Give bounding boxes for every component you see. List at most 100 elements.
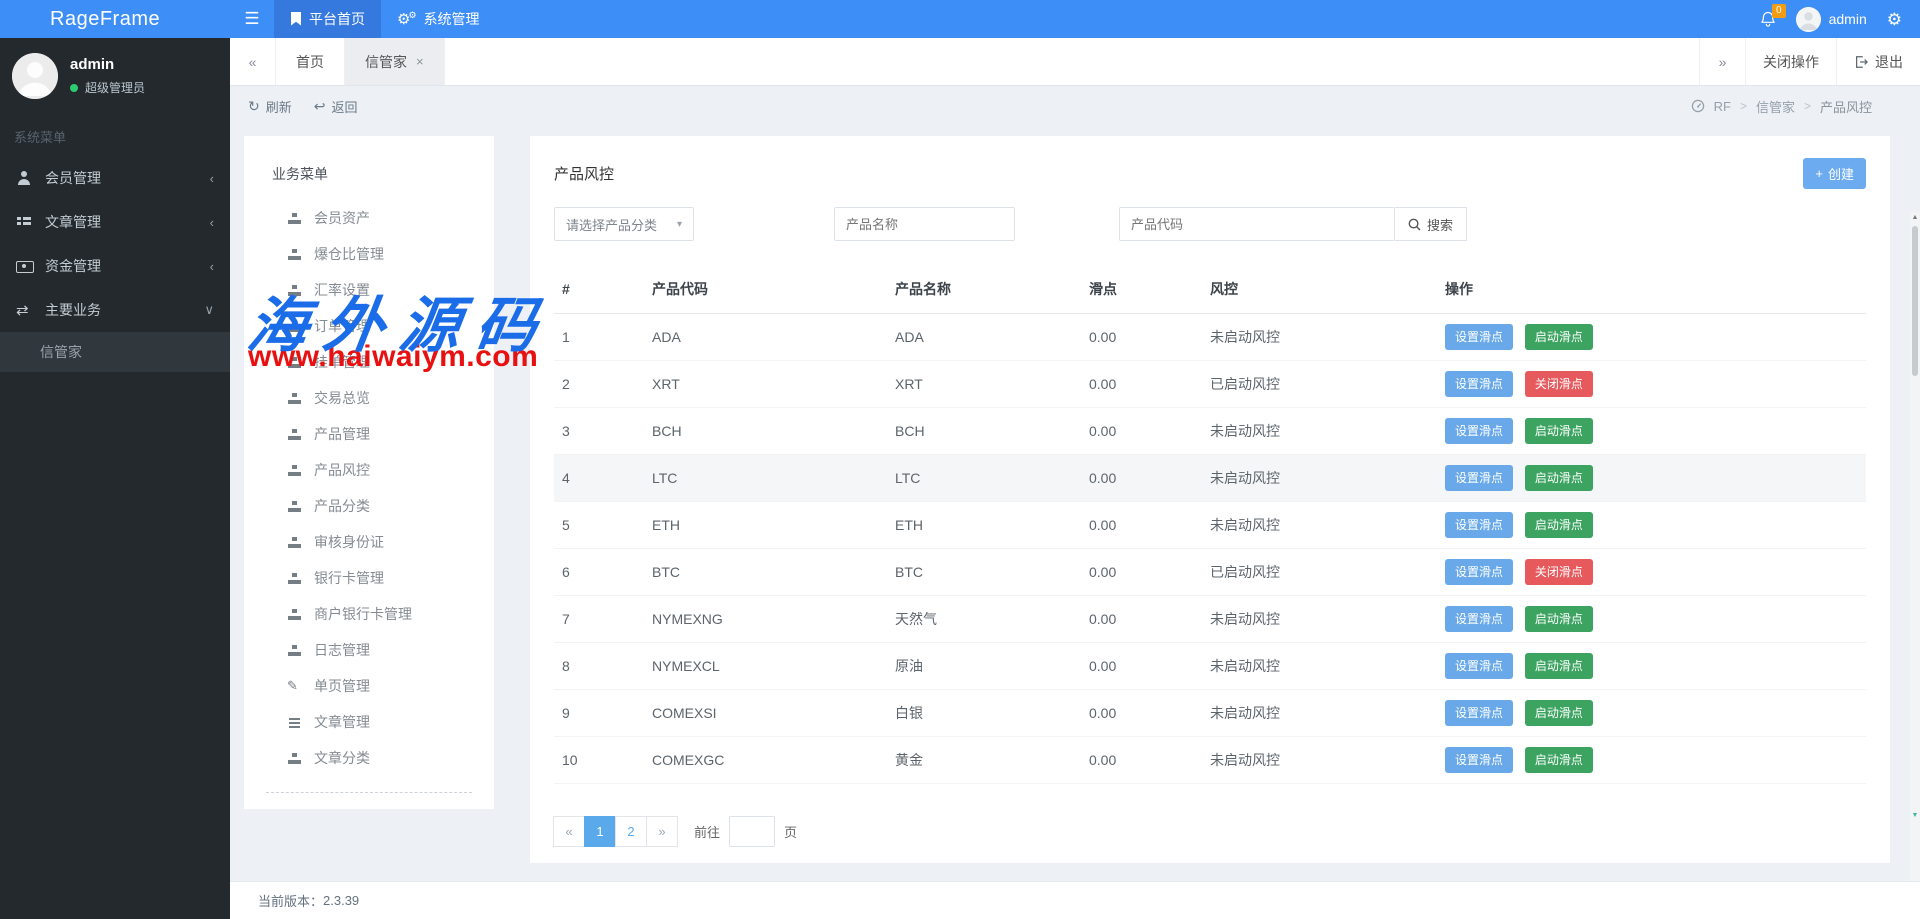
business-menu-item[interactable]: 订单管理 <box>244 308 494 344</box>
page-number-button[interactable]: 2 <box>615 816 647 847</box>
toggle-slippage-button[interactable]: 启动滑点 <box>1525 512 1593 538</box>
business-menu-item[interactable]: 日志管理 <box>244 632 494 668</box>
business-menu-item[interactable]: 单页管理 <box>244 668 494 704</box>
set-slippage-button[interactable]: 设置滑点 <box>1445 324 1513 350</box>
set-slippage-button[interactable]: 设置滑点 <box>1445 653 1513 679</box>
sidebar-item[interactable]: 资金管理 ‹ <box>0 244 230 288</box>
toggle-slippage-button[interactable]: 启动滑点 <box>1525 700 1593 726</box>
search-button[interactable]: 搜索 <box>1395 207 1467 241</box>
set-slippage-button[interactable]: 设置滑点 <box>1445 606 1513 632</box>
breadcrumb-parent[interactable]: 信管家 <box>1756 97 1795 116</box>
table-body: 1 ADA ADA 0.00 未启动风控 设置滑点 启动滑点 <box>554 314 1866 784</box>
toggle-slippage-button[interactable]: 启动滑点 <box>1525 465 1593 491</box>
refresh-button[interactable]: ↻ 刷新 <box>248 97 292 116</box>
page: RageFrame ☰ 平台首页 ⚙⚙ 系统管理 0 admin <box>0 0 1920 919</box>
back-button[interactable]: ↩ 返回 <box>314 97 358 116</box>
chevron-icon: ‹ <box>210 171 214 186</box>
breadcrumb-root[interactable]: RF <box>1714 99 1731 114</box>
sidebar-item[interactable]: 会员管理 ‹ <box>0 156 230 200</box>
menu-item-label: 爆仓比管理 <box>314 244 384 264</box>
product-code-input[interactable] <box>1119 207 1395 241</box>
cell-product-name: LTC <box>887 455 1081 502</box>
business-menu-item[interactable]: 产品风控 <box>244 452 494 488</box>
business-menu-item[interactable]: 汇率设置 <box>244 272 494 308</box>
sidebar-item-icon <box>16 170 32 186</box>
tab-xinguanjia-label: 信管家 <box>365 52 407 72</box>
cell-index: 8 <box>554 643 644 690</box>
set-slippage-button[interactable]: 设置滑点 <box>1445 700 1513 726</box>
set-slippage-button[interactable]: 设置滑点 <box>1445 465 1513 491</box>
set-slippage-button[interactable]: 设置滑点 <box>1445 512 1513 538</box>
business-menu-item[interactable]: 审核身份证 <box>244 524 494 560</box>
sidebar-subitem-label: 信管家 <box>40 342 82 362</box>
menu-item-label: 汇率设置 <box>314 280 370 300</box>
sidebar-item[interactable]: 主要业务 ∨ <box>0 288 230 332</box>
hamburger-menu-icon[interactable]: ☰ <box>230 0 274 38</box>
category-select[interactable]: 请选择产品分类 ▾ <box>554 207 694 241</box>
scroll-up-arrow[interactable]: ▲ <box>1910 214 1920 221</box>
create-button[interactable]: + 创建 <box>1803 158 1866 189</box>
sidebar-item[interactable]: 文章管理 ‹ <box>0 200 230 244</box>
business-menu-item[interactable]: 产品分类 <box>244 488 494 524</box>
goto-page-input[interactable] <box>729 816 775 847</box>
page-number-button[interactable]: 1 <box>584 816 616 847</box>
business-menu-item[interactable]: 文章分类 <box>244 740 494 776</box>
page-prev-button[interactable]: « <box>553 816 585 847</box>
nav-system-manage[interactable]: ⚙⚙ 系统管理 <box>381 0 496 38</box>
set-slippage-button[interactable]: 设置滑点 <box>1445 559 1513 585</box>
scrollbar[interactable]: ▲ ▼ <box>1910 212 1920 881</box>
business-menu-item[interactable]: 交易总览 <box>244 380 494 416</box>
tabs-scroll-right-button[interactable]: » <box>1699 38 1745 85</box>
menu-item-label: 产品管理 <box>314 424 370 444</box>
business-menu-item[interactable]: 产品管理 <box>244 416 494 452</box>
page-unit-label: 页 <box>784 822 797 841</box>
toggle-slippage-button[interactable]: 启动滑点 <box>1525 418 1593 444</box>
menu-item-label: 交易总览 <box>314 388 370 408</box>
business-menu-item[interactable]: 银行卡管理 <box>244 560 494 596</box>
tab-home[interactable]: 首页 <box>276 38 345 85</box>
tab-xinguanjia[interactable]: 信管家 × <box>345 38 445 85</box>
set-slippage-button[interactable]: 设置滑点 <box>1445 418 1513 444</box>
business-menu-item[interactable]: 挂单管理 <box>244 344 494 380</box>
sidebar-username: admin <box>70 56 145 73</box>
tab-close-icon[interactable]: × <box>416 54 424 69</box>
content-area: 海外源码 www.haiwaiym.com 业务菜单 会员资产 <box>230 126 1920 881</box>
business-menu-item[interactable]: 商户银行卡管理 <box>244 596 494 632</box>
toggle-slippage-button[interactable]: 启动滑点 <box>1525 653 1593 679</box>
table-row: 10 COMEXGC 黄金 0.00 未启动风控 设置滑点 启动滑点 <box>554 737 1866 784</box>
cell-index: 6 <box>554 549 644 596</box>
cell-risk-status: 未启动风控 <box>1202 737 1437 784</box>
product-name-input[interactable] <box>834 207 1015 241</box>
toggle-slippage-button[interactable]: 启动滑点 <box>1525 747 1593 773</box>
avatar <box>12 53 58 99</box>
menu-item-label: 订单管理 <box>314 316 370 336</box>
cell-product-name: XRT <box>887 361 1081 408</box>
menu-item-label: 审核身份证 <box>314 532 384 552</box>
back-arrow-icon: ↩ <box>314 98 326 115</box>
tabs-scroll-left-button[interactable]: « <box>230 38 276 85</box>
nav-platform-home[interactable]: 平台首页 <box>274 0 381 38</box>
toggle-slippage-button[interactable]: 关闭滑点 <box>1525 371 1593 397</box>
close-operations-button[interactable]: 关闭操作 <box>1745 38 1836 85</box>
set-slippage-button[interactable]: 设置滑点 <box>1445 747 1513 773</box>
page-next-button[interactable]: » <box>646 816 678 847</box>
toggle-slippage-button[interactable]: 关闭滑点 <box>1525 559 1593 585</box>
set-slippage-button[interactable]: 设置滑点 <box>1445 371 1513 397</box>
toggle-slippage-button[interactable]: 启动滑点 <box>1525 324 1593 350</box>
menu-item-icon <box>288 428 301 441</box>
scrollbar-thumb[interactable] <box>1912 226 1918 376</box>
user-menu[interactable]: admin <box>1796 7 1867 32</box>
business-menu-item[interactable]: 爆仓比管理 <box>244 236 494 272</box>
business-menu-item[interactable]: 文章管理 <box>244 704 494 740</box>
settings-gear-icon[interactable]: ⚙ <box>1887 11 1902 28</box>
notifications-button[interactable]: 0 <box>1760 11 1776 28</box>
business-menu-item[interactable]: 会员资产 <box>244 200 494 236</box>
menu-item-label: 文章分类 <box>314 748 370 768</box>
cell-index: 5 <box>554 502 644 549</box>
menu-item-label: 挂单管理 <box>314 352 370 372</box>
toggle-slippage-button[interactable]: 启动滑点 <box>1525 606 1593 632</box>
plus-icon: + <box>1815 166 1823 181</box>
brand-logo[interactable]: RageFrame <box>0 0 230 38</box>
sidebar-subitem-xinguanjia[interactable]: 信管家 <box>0 332 230 372</box>
logout-button[interactable]: 退出 <box>1836 38 1920 85</box>
